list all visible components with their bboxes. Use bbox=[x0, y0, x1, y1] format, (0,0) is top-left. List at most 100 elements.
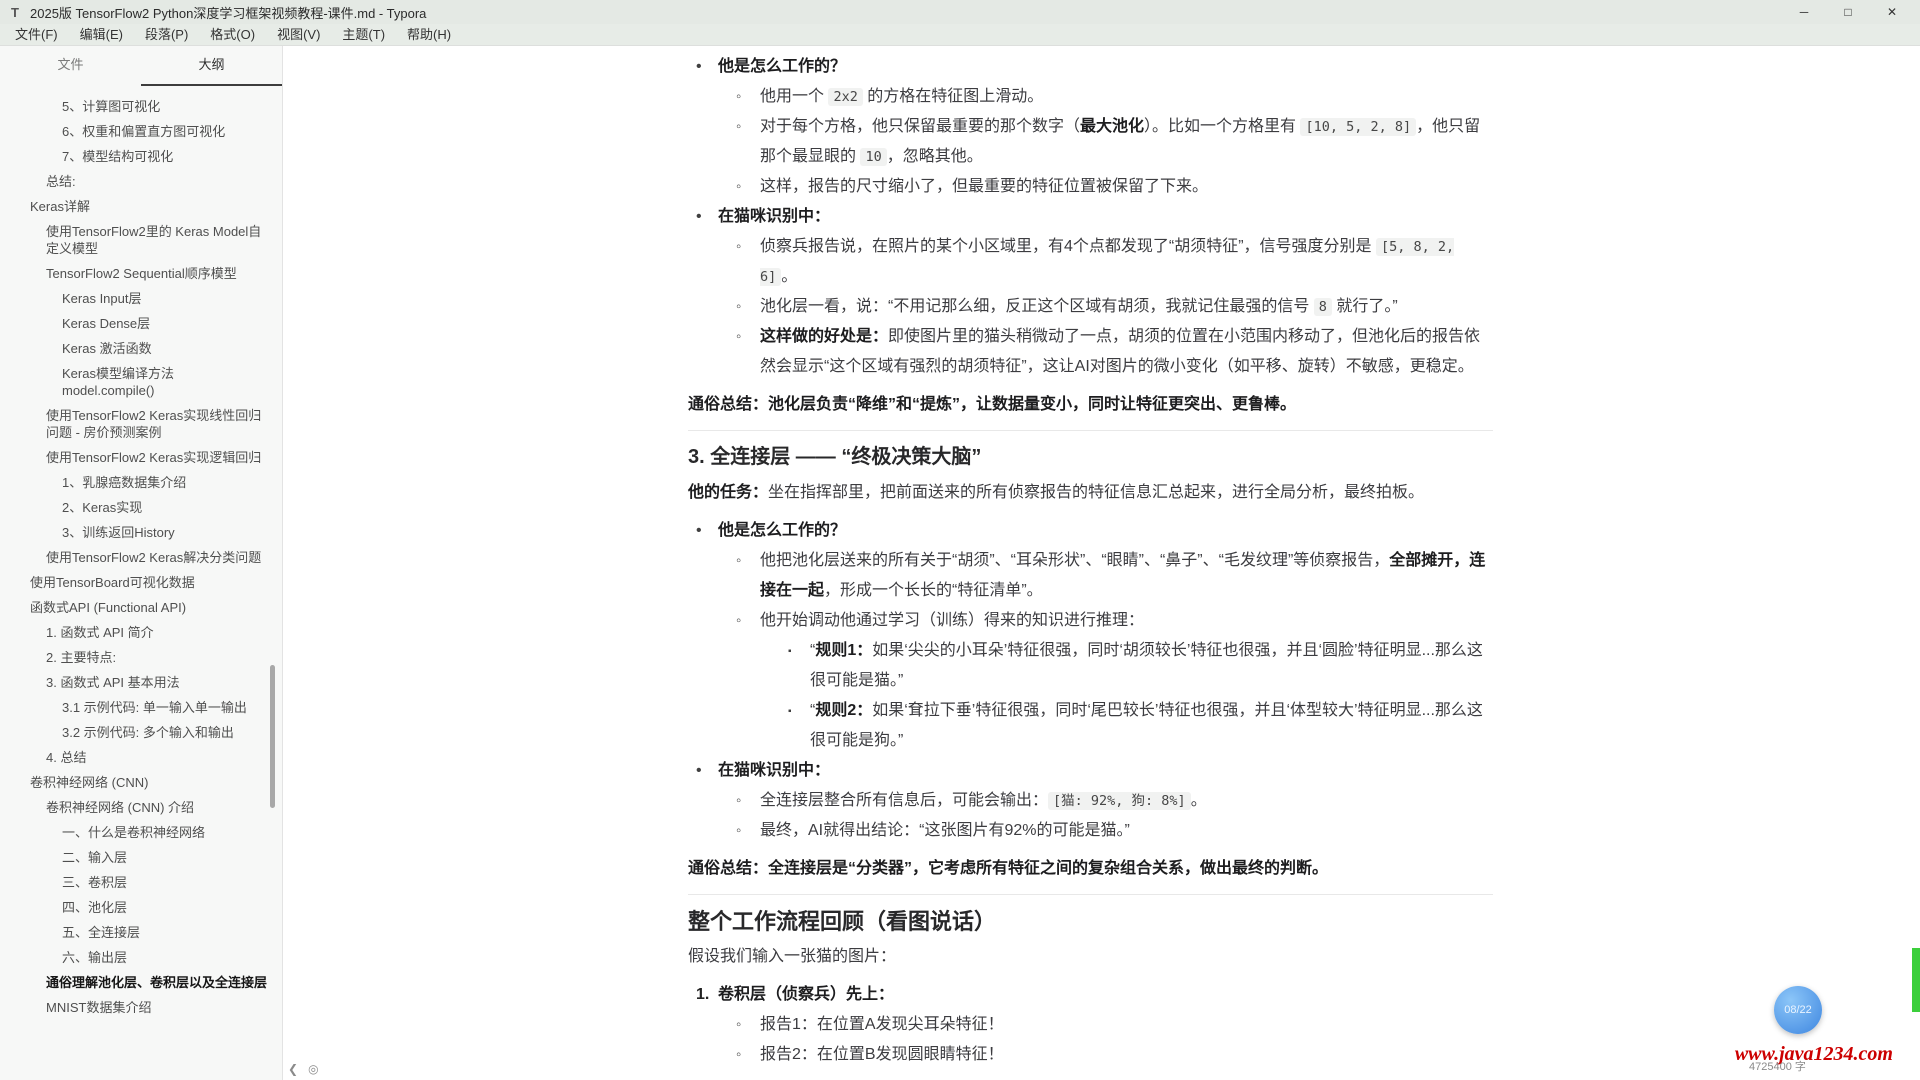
outline-toggle-icon[interactable]: ◎ bbox=[308, 1062, 318, 1076]
list-item-text: 报告2：在位置B发现圆眼睛特征！ bbox=[760, 1046, 1004, 1063]
paragraph: 通俗总结：池化层负责“降维”和“提炼”，让数据量变小，同时让特征更突出、更鲁棒。 bbox=[688, 390, 1493, 420]
list-item: • 他是怎么工作的？ bbox=[688, 52, 1493, 82]
menu-item[interactable]: 视图(V) bbox=[266, 24, 331, 46]
markdown-document: • 他是怎么工作的？ ◦ 他用一个 2x2 的方格在特征图上滑动。 ◦ 对于每个方格，他只… bbox=[688, 46, 1493, 1070]
outline-item[interactable]: 三、卷积层 bbox=[0, 874, 274, 891]
outline-item[interactable]: 一、什么是卷积神经网络 bbox=[0, 824, 274, 841]
outline-item[interactable]: Keras详解 bbox=[0, 198, 274, 215]
outline-item[interactable]: Keras Dense层 bbox=[0, 315, 274, 332]
sidebar-tab-files[interactable]: 文件 bbox=[0, 46, 141, 86]
sidebar-tab-outline[interactable]: 大纲 bbox=[141, 46, 282, 86]
outline-item[interactable]: 2. 主要特点: bbox=[0, 649, 274, 666]
maximize-button[interactable]: □ bbox=[1826, 0, 1870, 24]
list-item-text: 报告1：在位置A发现尖耳朵特征！ bbox=[760, 1016, 1004, 1033]
outline-item[interactable]: 4. 总结 bbox=[0, 749, 274, 766]
outline-item[interactable]: 卷积神经网络 (CNN) bbox=[0, 774, 274, 791]
menu-item[interactable]: 段落(P) bbox=[134, 24, 199, 46]
window-title: 2025版 TensorFlow2 Python深度学习框架视频教程-课件.md… bbox=[30, 3, 426, 22]
list-item-text: 对于每个方格，他只保留最重要的那个数字（最大池化）。比如一个方格里有 [10, … bbox=[760, 118, 1480, 165]
outline-item[interactable]: 3. 函数式 API 基本用法 bbox=[0, 674, 274, 691]
menu-item[interactable]: 帮助(H) bbox=[396, 24, 462, 46]
outline-item[interactable]: 6、权重和偏置直方图可视化 bbox=[0, 123, 274, 140]
list-item: • 在猫咪识别中： bbox=[688, 202, 1493, 232]
bullet-icon: • bbox=[696, 756, 702, 786]
outline-item[interactable]: Keras 激活函数 bbox=[0, 340, 274, 357]
outline-item[interactable]: 使用TensorFlow2里的 Keras Model自定义模型 bbox=[0, 223, 274, 257]
list-item-text: 他是怎么工作的？ bbox=[718, 58, 846, 75]
outline-item[interactable]: 总结: bbox=[0, 173, 274, 190]
sidebar-scrollbar-thumb[interactable] bbox=[270, 665, 275, 808]
sidebar: 文件大纲 5、计算图可视化 6、权重和偏置直方图可视化 7、模型结构可视化总结: Ke… bbox=[0, 46, 283, 1080]
menu-item[interactable]: 主题(T) bbox=[331, 24, 396, 46]
outline-item[interactable]: MNIST数据集介绍 bbox=[0, 999, 274, 1016]
outline-item[interactable]: 使用TensorFlow2 Keras实现逻辑回归 bbox=[0, 449, 274, 466]
outline-item[interactable]: 六、输出层 bbox=[0, 949, 274, 966]
close-button[interactable]: ✕ bbox=[1870, 0, 1914, 24]
list-number: 1. bbox=[696, 980, 709, 1010]
menu-item[interactable]: 编辑(E) bbox=[69, 24, 134, 46]
list-item-text: 在猫咪识别中： bbox=[718, 208, 830, 225]
inline-code: 10 bbox=[860, 148, 886, 166]
list-item-text: 在猫咪识别中： bbox=[718, 762, 830, 779]
bullet-icon: ◦ bbox=[736, 606, 741, 636]
green-edge-bar bbox=[1912, 948, 1920, 1012]
list-item: • 在猫咪识别中： bbox=[688, 756, 1493, 786]
list-item-text: 池化层一看，说：“不用记那么细，反正这个区域有胡须，我就记住最强的信号 8 就行… bbox=[760, 298, 1398, 315]
outline-item[interactable]: 7、模型结构可视化 bbox=[0, 148, 274, 165]
outline-item[interactable]: 使用TensorFlow2 Keras实现线性回归问题 - 房价预测案例 bbox=[0, 407, 274, 441]
outline-item[interactable]: 卷积神经网络 (CNN) 介绍 bbox=[0, 799, 274, 816]
outline-item[interactable]: Keras Input层 bbox=[0, 290, 274, 307]
list-item-text: 他是怎么工作的？ bbox=[718, 522, 846, 539]
list-item: ◦报告2：在位置B发现圆眼睛特征！ bbox=[688, 1040, 1493, 1070]
outline-item[interactable]: 二、输入层 bbox=[0, 849, 274, 866]
outline-item[interactable]: 1、乳腺癌数据集介绍 bbox=[0, 474, 274, 491]
menu-item[interactable]: 文件(F) bbox=[4, 24, 69, 46]
list-item: ◦ 对于每个方格，他只保留最重要的那个数字（最大池化）。比如一个方格里有 [10,… bbox=[688, 112, 1493, 172]
paragraph: 假设我们输入一张猫的图片： bbox=[688, 942, 1493, 972]
floating-assistant-button[interactable]: 08/22 bbox=[1774, 986, 1822, 1034]
editor-area[interactable]: • 他是怎么工作的？ ◦ 他用一个 2x2 的方格在特征图上滑动。 ◦ 对于每个方格，他只… bbox=[284, 46, 1920, 1080]
outline-item[interactable]: 使用TensorFlow2 Keras解决分类问题 bbox=[0, 549, 274, 566]
bullet-icon: • bbox=[696, 52, 702, 82]
outline-item[interactable]: 2、Keras实现 bbox=[0, 499, 274, 516]
list-item: ◦全连接层整合所有信息后，可能会输出：[猫: 92%, 狗: 8%]。 bbox=[688, 786, 1493, 816]
list-item: ▪“规则2：如果‘耷拉下垂’特征很强，同时‘尾巴较长’特征也很强，并且‘体型较大… bbox=[688, 696, 1493, 756]
outline-item[interactable]: 函数式API (Functional API) bbox=[0, 599, 274, 616]
outline-item[interactable]: 使用TensorBoard可视化数据 bbox=[0, 574, 274, 591]
list-item: ◦ 他用一个 2x2 的方格在特征图上滑动。 bbox=[688, 82, 1493, 112]
bullet-icon: • bbox=[696, 516, 702, 546]
list-item-text: “规则1：如果‘尖尖的小耳朵’特征很强，同时‘胡须较长’特征也很强，并且‘圆脸’… bbox=[810, 642, 1483, 689]
list-item-text: 他把池化层送来的所有关于“胡须”、“耳朵形状”、“眼睛”、“鼻子”、“毛发纹理”… bbox=[760, 552, 1485, 599]
outline-item[interactable]: 3、训练返回History bbox=[0, 524, 274, 541]
list-item-text: 侦察兵报告说，在照片的某个小区域里，有4个点都发现了“胡须特征”，信号强度分别是… bbox=[760, 238, 1454, 285]
outline-item[interactable]: 5、计算图可视化 bbox=[0, 98, 274, 115]
bullet-icon: ◦ bbox=[736, 112, 741, 142]
list-item-text: 他用一个 2x2 的方格在特征图上滑动。 bbox=[760, 88, 1043, 105]
window-controls: ─ □ ✕ bbox=[1782, 0, 1914, 24]
heading: 整个工作流程回顾（看图说话） bbox=[688, 909, 1493, 934]
bullet-icon: ◦ bbox=[736, 232, 741, 262]
bullet-icon: ◦ bbox=[736, 816, 741, 846]
bullet-icon: ◦ bbox=[736, 82, 741, 112]
list-item: ▪“规则1：如果‘尖尖的小耳朵’特征很强，同时‘胡须较长’特征也很强，并且‘圆脸… bbox=[688, 636, 1493, 696]
outline-item[interactable]: 3.1 示例代码: 单一输入单一输出 bbox=[0, 699, 274, 716]
outline-item[interactable]: 五、全连接层 bbox=[0, 924, 274, 941]
typora-logo-icon: T bbox=[6, 5, 24, 20]
sidebar-collapse-icon[interactable]: ❮ bbox=[288, 1062, 298, 1076]
list-item-text: 这样做的好处是：即使图片里的猫头稍微动了一点，胡须的位置在小范围内移动了，但池化… bbox=[760, 328, 1480, 375]
list-item: ◦他开始调动他通过学习（训练）得来的知识进行推理： bbox=[688, 606, 1493, 636]
inline-code: 2x2 bbox=[828, 88, 862, 106]
outline-item[interactable]: Keras模型编译方法 model.compile() bbox=[0, 365, 274, 399]
outline-item[interactable]: 通俗理解池化层、卷积层以及全连接层 bbox=[0, 974, 274, 991]
outline-item[interactable]: 3.2 示例代码: 多个输入和输出 bbox=[0, 724, 274, 741]
minimize-button[interactable]: ─ bbox=[1782, 0, 1826, 24]
outline-item[interactable]: TensorFlow2 Sequential顺序模型 bbox=[0, 265, 274, 282]
outline-panel: 5、计算图可视化 6、权重和偏置直方图可视化 7、模型结构可视化总结: Keras详解… bbox=[0, 86, 274, 1080]
outline-item[interactable]: 1. 函数式 API 简介 bbox=[0, 624, 274, 641]
bullet-icon: • bbox=[696, 202, 702, 232]
menu-item[interactable]: 格式(O) bbox=[199, 24, 266, 46]
inline-code: [10, 5, 2, 8] bbox=[1300, 118, 1416, 136]
list-item: ◦最终，AI就得出结论：“这张图片有92%的可能是猫。” bbox=[688, 816, 1493, 846]
bullet-icon: ◦ bbox=[736, 786, 741, 816]
outline-item[interactable]: 四、池化层 bbox=[0, 899, 274, 916]
